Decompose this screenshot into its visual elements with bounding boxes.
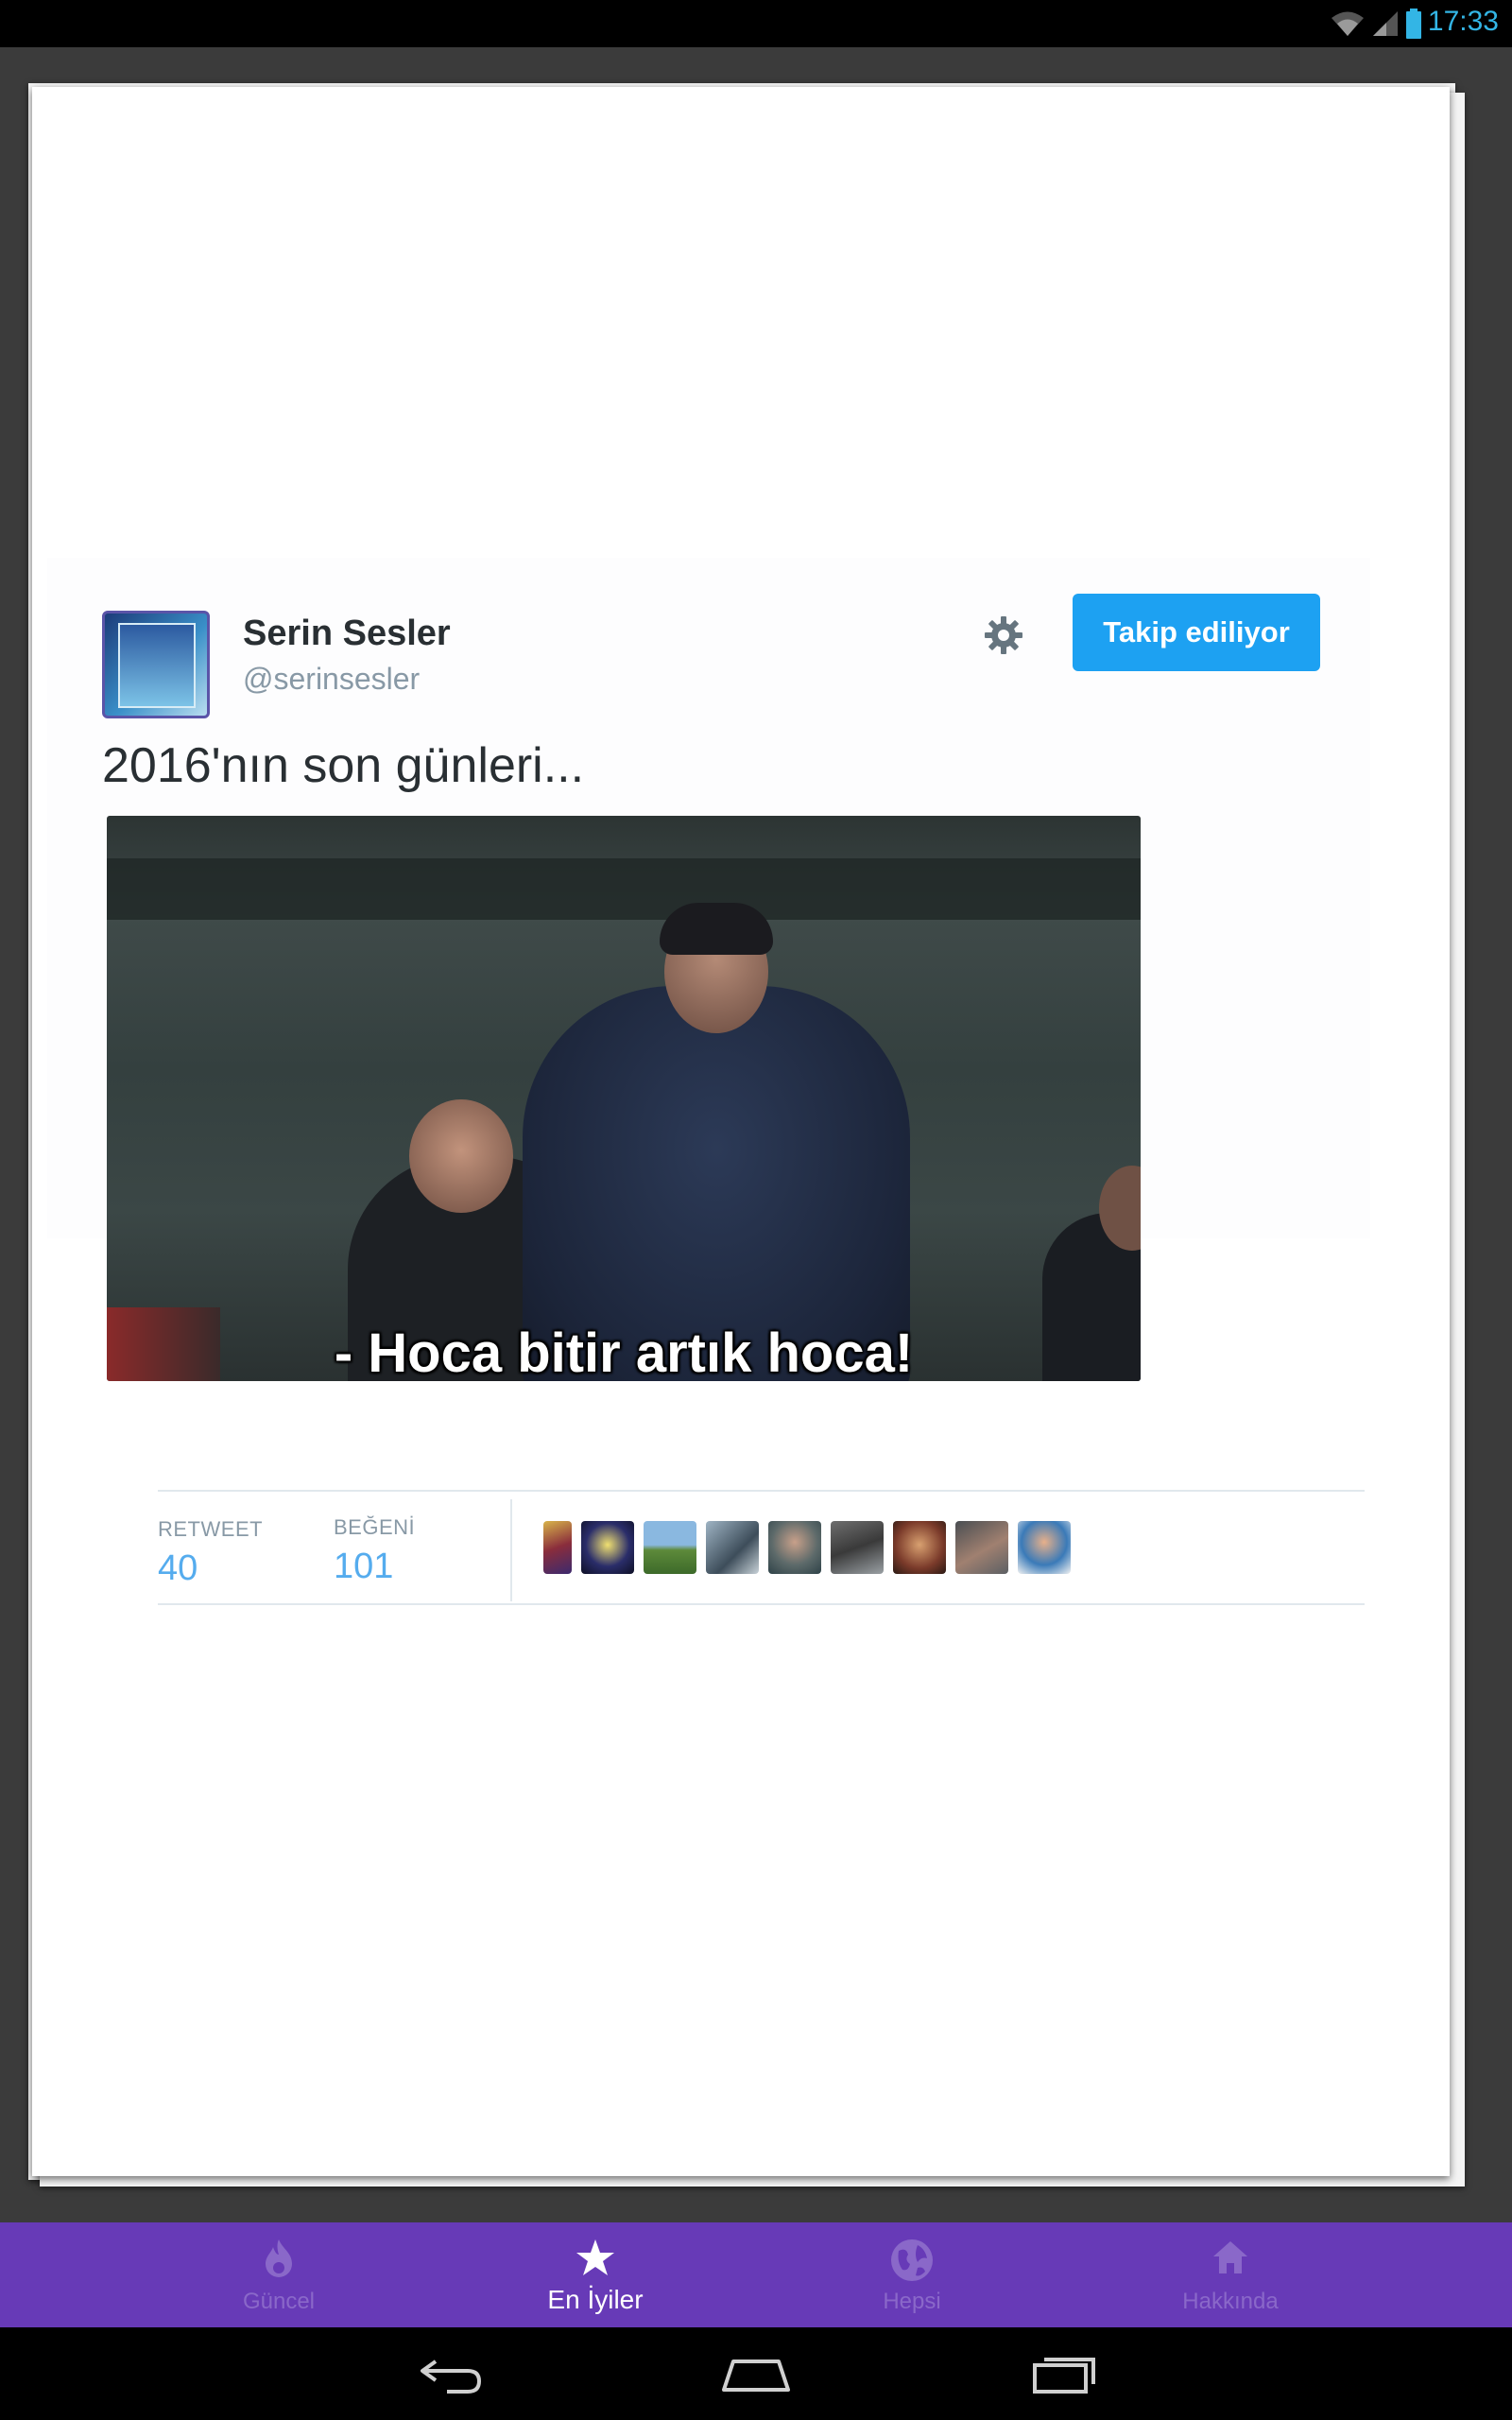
home-icon bbox=[1213, 2241, 1247, 2273]
nav-item-hepsi[interactable]: Hepsi bbox=[794, 2222, 1030, 2327]
author-name[interactable]: Serin Sesler bbox=[243, 614, 451, 654]
author-handle[interactable]: @serinsesler bbox=[243, 662, 420, 697]
globe-icon bbox=[891, 2239, 933, 2281]
nav-label-hepsi: Hepsi bbox=[883, 2289, 941, 2314]
system-navigation-bar bbox=[0, 2327, 1512, 2420]
liker-avatar[interactable] bbox=[768, 1521, 821, 1574]
retweet-label: RETWEET bbox=[158, 1517, 264, 1541]
stats-bottom-divider bbox=[158, 1603, 1365, 1605]
liker-avatar[interactable] bbox=[831, 1521, 884, 1574]
nav-item-hakkinda[interactable]: Hakkında bbox=[1112, 2222, 1349, 2327]
tweet-text: 2016'nın son günleri... bbox=[102, 738, 585, 793]
like-label: BEĞENİ bbox=[334, 1515, 416, 1539]
battery-icon bbox=[1406, 9, 1421, 39]
liker-avatar[interactable] bbox=[543, 1521, 572, 1574]
signal-icon bbox=[1373, 11, 1398, 36]
stats-top-divider bbox=[158, 1490, 1365, 1492]
liker-avatar[interactable] bbox=[706, 1521, 759, 1574]
bottom-navigation: Güncel En İyiler Hepsi Hakkında bbox=[0, 2222, 1512, 2327]
liker-avatar[interactable] bbox=[1018, 1521, 1071, 1574]
author-avatar[interactable] bbox=[102, 611, 210, 718]
nav-item-guncel[interactable]: Güncel bbox=[161, 2222, 397, 2327]
status-bar: 17:33 bbox=[0, 0, 1512, 47]
follow-button[interactable]: Takip ediliyor bbox=[1073, 594, 1320, 671]
liker-avatar[interactable] bbox=[644, 1521, 696, 1574]
back-icon[interactable] bbox=[413, 2352, 489, 2397]
flame-icon bbox=[266, 2239, 292, 2277]
status-icons bbox=[1330, 8, 1422, 40]
like-count[interactable]: 101 bbox=[334, 1547, 393, 1587]
retweet-count[interactable]: 40 bbox=[158, 1548, 198, 1589]
recents-icon[interactable] bbox=[1025, 2352, 1101, 2397]
liker-avatar[interactable] bbox=[955, 1521, 1008, 1574]
gear-icon[interactable] bbox=[983, 614, 1024, 656]
tweet-image[interactable]: - Hoca bitir artık hoca! bbox=[107, 816, 1141, 1381]
home-button-icon[interactable] bbox=[718, 2352, 794, 2397]
image-caption: - Hoca bitir artık hoca! bbox=[334, 1322, 914, 1381]
liker-avatars bbox=[543, 1521, 1071, 1574]
clock: 17:33 bbox=[1427, 6, 1499, 37]
stats-vertical-divider bbox=[510, 1499, 512, 1601]
wifi-icon bbox=[1332, 11, 1364, 36]
nav-label-hakkinda: Hakkında bbox=[1182, 2289, 1279, 2314]
liker-avatar[interactable] bbox=[893, 1521, 946, 1574]
nav-label-en-iyiler: En İyiler bbox=[547, 2285, 644, 2314]
nav-label-guncel: Güncel bbox=[242, 2289, 316, 2314]
liker-avatar[interactable] bbox=[581, 1521, 634, 1574]
star-icon bbox=[576, 2239, 614, 2275]
nav-item-en-iyiler[interactable]: En İyiler bbox=[477, 2222, 713, 2327]
